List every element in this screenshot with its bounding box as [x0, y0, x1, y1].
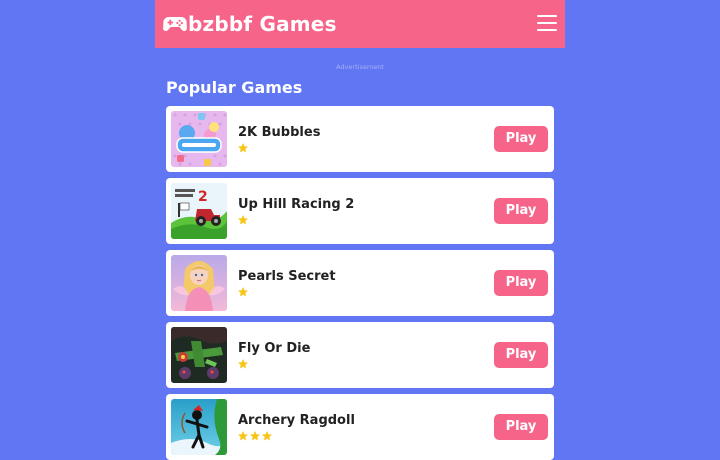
game-title[interactable]: 2K Bubbles	[238, 125, 320, 140]
site-header: bzbbf Games	[155, 0, 565, 48]
section-title: Popular Games	[166, 78, 303, 97]
advertisement-label: Advertisement	[336, 63, 384, 71]
bubbles-thumbnail[interactable]	[171, 111, 227, 167]
play-button[interactable]: Play	[494, 342, 548, 368]
gamepad-icon	[163, 14, 187, 34]
star-icon	[250, 431, 260, 441]
game-card[interactable]: 2K Bubbles Play	[166, 106, 554, 172]
svg-text:2: 2	[198, 189, 208, 205]
princess-thumbnail[interactable]	[171, 255, 227, 311]
menu-bar	[537, 15, 557, 17]
hamburger-menu-icon[interactable]	[537, 14, 557, 32]
star-icon	[238, 359, 248, 369]
game-card[interactable]: 2 Up Hill Racing 2 Play	[166, 178, 554, 244]
star-icon	[238, 287, 248, 297]
star-icon	[238, 431, 248, 441]
game-title[interactable]: Archery Ragdoll	[238, 413, 355, 428]
star-icon	[238, 215, 248, 225]
menu-bar	[537, 22, 557, 24]
star-icon	[238, 143, 248, 153]
menu-bar	[537, 29, 557, 31]
game-title[interactable]: Pearls Secret	[238, 269, 336, 284]
archer-thumbnail[interactable]	[171, 399, 227, 455]
rating-stars	[237, 142, 249, 154]
play-button[interactable]: Play	[494, 270, 548, 296]
play-button[interactable]: Play	[494, 126, 548, 152]
game-card[interactable]: Fly Or Die Play	[166, 322, 554, 388]
rating-stars	[237, 430, 273, 442]
rating-stars	[237, 286, 249, 298]
game-card[interactable]: Pearls Secret Play	[166, 250, 554, 316]
game-title[interactable]: Up Hill Racing 2	[238, 197, 354, 212]
game-title[interactable]: Fly Or Die	[238, 341, 310, 356]
racing-thumbnail[interactable]: 2	[171, 183, 227, 239]
brand-name: bzbbf Games	[188, 12, 337, 36]
rating-stars	[237, 214, 249, 226]
play-button[interactable]: Play	[494, 198, 548, 224]
rating-stars	[237, 358, 249, 370]
site-logo-link[interactable]: bzbbf Games	[163, 9, 337, 39]
play-button[interactable]: Play	[494, 414, 548, 440]
plane-thumbnail[interactable]	[171, 327, 227, 383]
star-icon	[262, 431, 272, 441]
app-container: bzbbf Games Advertisement Popular Games	[155, 0, 565, 460]
game-card[interactable]: Archery Ragdoll Play	[166, 394, 554, 460]
